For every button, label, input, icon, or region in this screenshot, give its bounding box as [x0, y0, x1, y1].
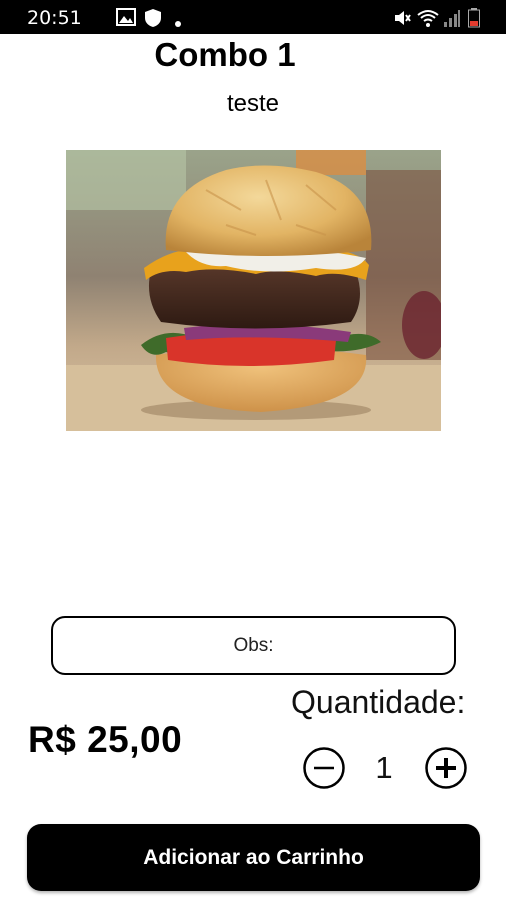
battery-icon [468, 8, 480, 33]
signal-icon [443, 8, 461, 33]
mute-icon [393, 8, 411, 33]
image-icon [116, 8, 136, 31]
status-time: 20:51 [27, 7, 82, 29]
obs-input[interactable]: Obs: [51, 616, 456, 675]
decrement-button[interactable] [302, 746, 346, 790]
wifi-icon [416, 8, 440, 33]
minus-circle-icon [303, 747, 345, 789]
plus-circle-icon [425, 747, 467, 789]
quantity-label: Quantidade: [291, 684, 466, 720]
obs-label: Obs: [233, 634, 274, 656]
product-description: teste [226, 90, 280, 117]
product-image [66, 150, 441, 431]
dot-icon [175, 14, 181, 32]
quantity-value: 1 [375, 750, 393, 785]
product-title: Combo 1 [154, 36, 296, 73]
add-to-cart-button[interactable]: Adicionar ao Carrinho [27, 824, 480, 891]
product-price: R$ 25,00 [28, 719, 183, 760]
status-bar: 20:51 [0, 0, 506, 34]
increment-button[interactable] [424, 746, 468, 790]
add-to-cart-label: Adicionar ao Carrinho [143, 845, 364, 869]
shield-icon [144, 8, 162, 33]
product-detail-screen: 20:51 Combo 1 teste Obs: Quantidade: R$ … [0, 0, 506, 900]
